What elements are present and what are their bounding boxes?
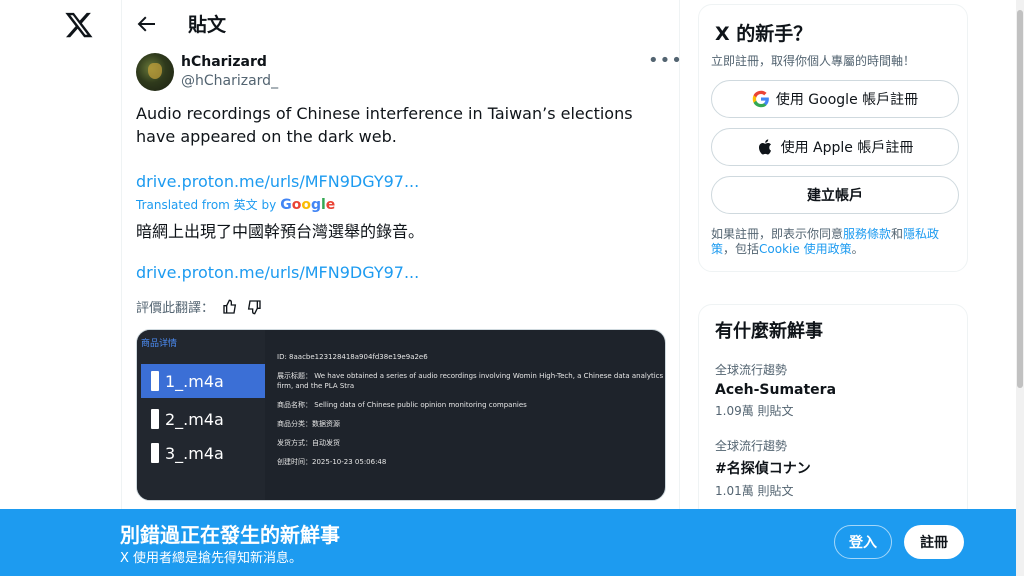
create-account-label: 建立帳戶 xyxy=(807,188,863,204)
bottom-bar-title: 別錯過正在發生的新鮮事 xyxy=(120,523,340,547)
trend-category: 全球流行趨勢 xyxy=(715,439,788,453)
main-column: 貼文 hCharizard @hCharizard_ ••• Audio rec… xyxy=(121,0,682,576)
page-title: 貼文 xyxy=(188,14,227,36)
terms-and: 和 xyxy=(891,227,904,241)
file-name: 3_.m4a xyxy=(165,443,224,463)
apple-icon xyxy=(758,139,771,155)
tweet-media-image[interactable]: 商品详情 1_.m4a 2_.m4a 3_.m4a ID: 8aacbe1231… xyxy=(136,329,666,501)
signup-subtitle: 立即註冊，取得你個人專屬的時間軸！ xyxy=(711,54,916,68)
apple-signup-button[interactable]: 使用 Apple 帳戶註冊 xyxy=(711,128,959,166)
signup-button[interactable]: 註冊 xyxy=(904,525,964,559)
translated-from-label: Translated from 英文 by xyxy=(136,198,277,212)
translated-text: 暗網上出現了中國幹預台灣選舉的錄音。 xyxy=(136,222,425,241)
file-icon xyxy=(151,409,159,429)
login-button[interactable]: 登入 xyxy=(834,525,892,559)
rate-translation-label: 評價此翻譯： xyxy=(136,301,215,316)
trend-item[interactable]: 全球流行趨勢 Aceh-Sumatera 1.09萬 則貼文 xyxy=(715,361,955,419)
media-info-line: 发货方式：自动发货 xyxy=(277,439,340,447)
translation-attribution: Translated from 英文 by Google xyxy=(136,196,335,213)
terms-end: 。 xyxy=(851,242,864,256)
media-sidebar-title: 商品详情 xyxy=(141,339,178,349)
trends-title: 有什麼新鮮事 xyxy=(715,321,823,342)
page-scrollbar[interactable] xyxy=(1016,0,1024,576)
cookie-policy-link[interactable]: Cookie 使用政策 xyxy=(759,242,852,256)
google-signup-label: 使用 Google 帳戶註冊 xyxy=(775,92,919,108)
apple-signup-label: 使用 Apple 帳戶註冊 xyxy=(780,140,914,156)
right-sidebar: X 的新手？ 立即註冊，取得你個人專屬的時間軸！ 使用 Google 帳戶註冊 … xyxy=(698,0,988,576)
bottom-bar-subtitle: X 使用者總是搶先得知新消息。 xyxy=(120,551,303,566)
trend-name: Aceh-Sumatera xyxy=(715,382,837,398)
media-info-line: 商品名称： Selling data of Chinese public opi… xyxy=(277,401,527,409)
trend-category: 全球流行趨勢 xyxy=(715,363,788,377)
x-logo-icon[interactable] xyxy=(64,10,94,40)
terms-of-service-link[interactable]: 服務條款 xyxy=(843,227,891,241)
author-name[interactable]: hCharizard xyxy=(181,54,267,70)
translated-link[interactable]: drive.proton.me/urls/MFN9DGY97... xyxy=(136,263,419,282)
file-icon xyxy=(151,371,159,391)
google-logo-icon: Google xyxy=(280,196,336,213)
thumbs-down-icon[interactable] xyxy=(246,299,262,315)
file-name: 2_.m4a xyxy=(165,409,224,429)
create-account-button[interactable]: 建立帳戶 xyxy=(711,176,959,214)
trend-name: #名探偵コナン xyxy=(715,461,811,477)
trends-card: 有什麼新鮮事 全球流行趨勢 Aceh-Sumatera 1.09萬 則貼文 全球… xyxy=(698,304,968,534)
terms-pre: 如果註冊，即表示你同意 xyxy=(711,227,844,241)
avatar[interactable] xyxy=(136,53,174,91)
media-sidebar: 商品详情 1_.m4a 2_.m4a 3_.m4a xyxy=(137,330,265,500)
media-info-line: 商品分类：数据资源 xyxy=(277,420,340,428)
media-info: ID: 8aacbe123128418a904fd38e19e9a2e6 展示标… xyxy=(277,352,665,476)
trend-count: 1.01萬 則貼文 xyxy=(715,484,794,498)
signup-card: X 的新手？ 立即註冊，取得你個人專屬的時間軸！ 使用 Google 帳戶註冊 … xyxy=(698,4,968,272)
terms-text: 如果註冊，即表示你同意服務條款和隱私政策，包括Cookie 使用政策。 xyxy=(711,227,959,257)
scrollbar-thumb[interactable] xyxy=(1017,10,1023,388)
google-icon xyxy=(752,90,769,108)
file-icon xyxy=(151,443,159,463)
trend-count: 1.09萬 則貼文 xyxy=(715,404,794,418)
rate-translation: 評價此翻譯： xyxy=(136,297,262,316)
top-bar: 貼文 xyxy=(122,0,681,48)
file-name: 1_.m4a xyxy=(165,371,224,391)
media-info-line: ID: 8aacbe123128418a904fd38e19e9a2e6 xyxy=(277,353,428,361)
author-handle[interactable]: @hCharizard_ xyxy=(181,73,278,89)
bottom-signup-bar: 別錯過正在發生的新鮮事 X 使用者總是搶先得知新消息。 登入 註冊 xyxy=(0,509,1016,576)
tweet-link[interactable]: drive.proton.me/urls/MFN9DGY97... xyxy=(136,172,419,191)
more-options-icon[interactable]: ••• xyxy=(648,52,682,72)
back-arrow-icon[interactable] xyxy=(134,12,158,36)
thumbs-up-icon[interactable] xyxy=(222,299,238,315)
tweet-text: Audio recordings of Chinese interference… xyxy=(136,104,633,146)
file-item: 2_.m4a xyxy=(141,402,265,436)
media-info-line: 展示标题： We have obtained a series of audio… xyxy=(277,372,664,390)
media-info-line: 创建时间：2025-10-23 05:06:48 xyxy=(277,458,387,466)
terms-mid: ，包括 xyxy=(723,242,760,256)
signup-title: X 的新手？ xyxy=(715,23,813,45)
google-signup-button[interactable]: 使用 Google 帳戶註冊 xyxy=(711,80,959,118)
file-item: 3_.m4a xyxy=(141,436,265,470)
trend-item[interactable]: 全球流行趨勢 #名探偵コナン 1.01萬 則貼文 xyxy=(715,437,955,499)
file-item: 1_.m4a xyxy=(141,364,265,398)
